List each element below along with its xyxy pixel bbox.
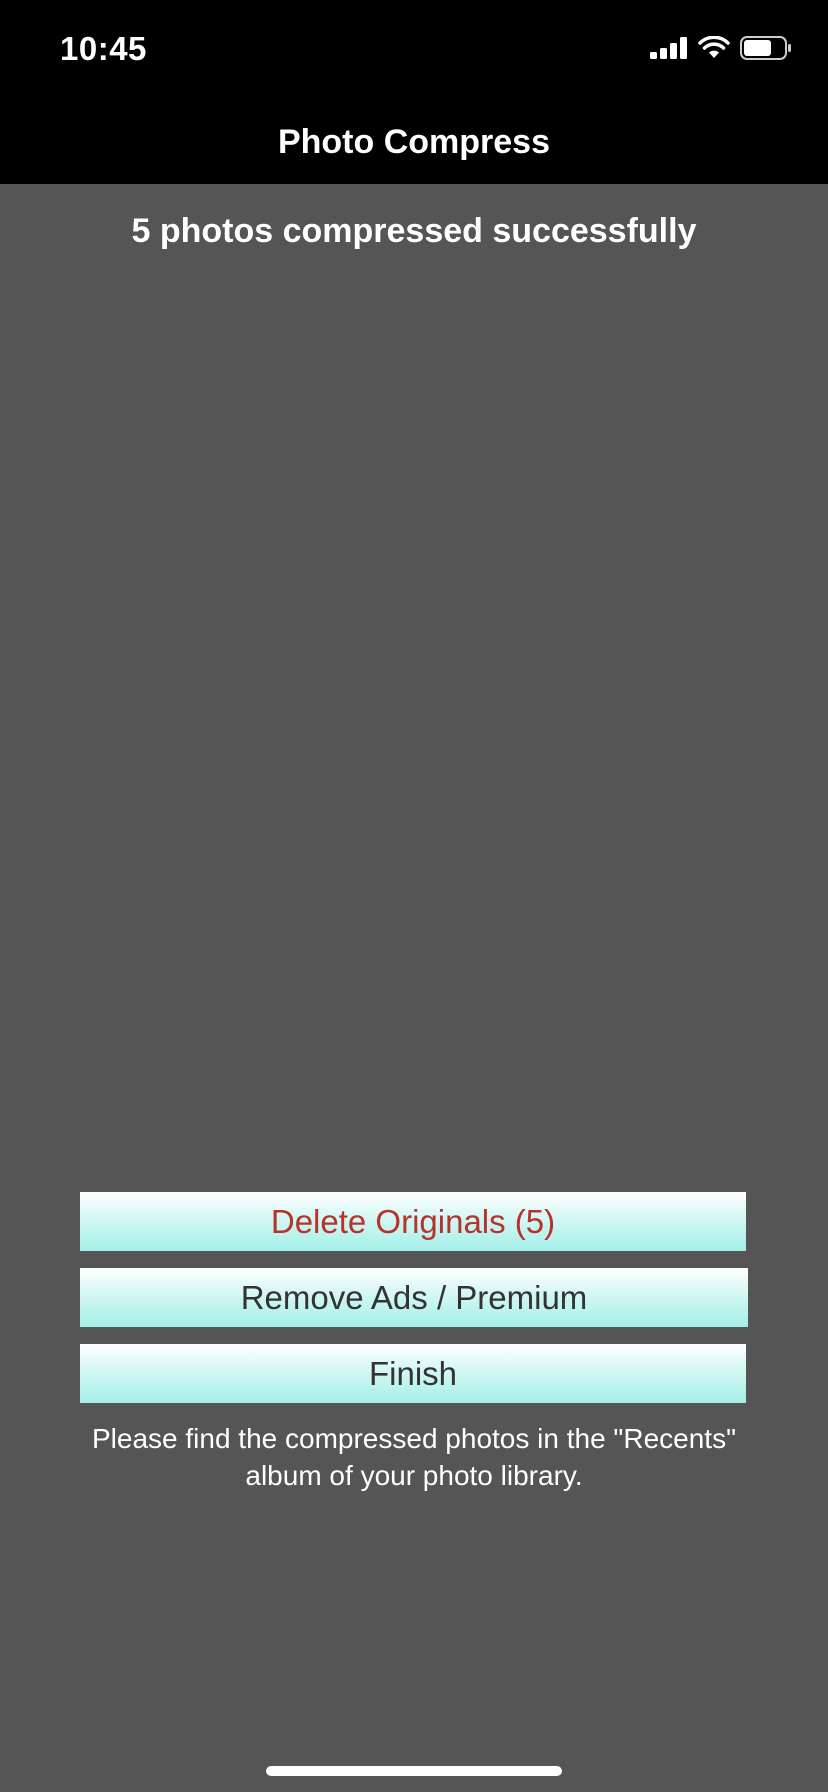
battery-icon xyxy=(740,36,792,65)
info-text-line-2: album of your photo library. xyxy=(245,1460,583,1491)
status-bar: 10:45 xyxy=(0,0,828,100)
status-time: 10:45 xyxy=(60,30,147,67)
finish-button[interactable]: Finish xyxy=(80,1344,746,1403)
status-icons xyxy=(650,35,792,65)
page-title: Photo Compress xyxy=(277,122,551,161)
home-indicator[interactable] xyxy=(266,1766,562,1776)
wifi-icon xyxy=(698,35,730,65)
cellular-signal-icon xyxy=(650,37,688,64)
navigation-bar: Photo Compress xyxy=(0,100,828,184)
remove-ads-premium-button[interactable]: Remove Ads / Premium xyxy=(80,1268,748,1327)
success-message: 5 photos compressed successfully xyxy=(131,212,697,250)
delete-originals-button[interactable]: Delete Originals (5) xyxy=(80,1192,746,1251)
info-text-line-1: Please find the compressed photos in the… xyxy=(91,1423,737,1454)
info-text: Please find the compressed photos in the… xyxy=(40,1420,788,1494)
